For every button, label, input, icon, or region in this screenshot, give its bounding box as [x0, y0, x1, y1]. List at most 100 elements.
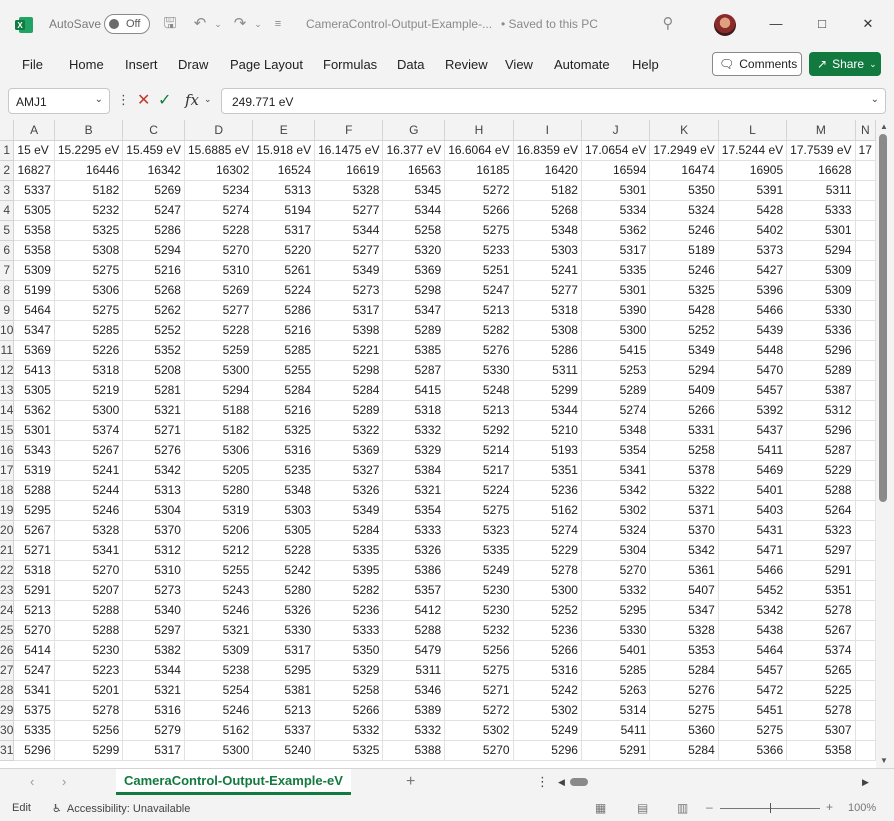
zoom-in-icon[interactable]: +	[826, 800, 833, 814]
row-header[interactable]: 29	[0, 700, 15, 721]
cell[interactable]: 5276	[649, 680, 719, 701]
more-options-icon[interactable]: ⋮	[117, 92, 130, 108]
cell[interactable]: 5409	[649, 380, 719, 401]
column-header[interactable]: F	[314, 120, 384, 141]
cell[interactable]: 5284	[252, 380, 316, 401]
cell[interactable]: 17.2949 eV	[649, 140, 719, 161]
cell[interactable]: 5263	[581, 680, 651, 701]
tab-data[interactable]: Data	[397, 57, 424, 72]
cell[interactable]: 5306	[54, 280, 124, 301]
cell[interactable]: 5347	[382, 300, 446, 321]
column-header[interactable]: M	[786, 120, 856, 141]
cell[interactable]	[855, 500, 876, 521]
cell[interactable]: 16185	[444, 160, 514, 181]
cell[interactable]: 5310	[184, 260, 254, 281]
cell[interactable]: 5252	[649, 320, 719, 341]
page-break-view-icon[interactable]: ▥	[677, 801, 688, 815]
column-header[interactable]: D	[184, 120, 254, 141]
prev-sheet-icon[interactable]: ‹	[30, 774, 34, 789]
row-header[interactable]: 14	[0, 400, 15, 421]
row-header[interactable]: 23	[0, 580, 15, 601]
cell[interactable]	[855, 740, 876, 761]
cell[interactable]: 5343	[13, 440, 55, 461]
cell[interactable]: 17.0654 eV	[581, 140, 651, 161]
cell[interactable]: 5354	[581, 440, 651, 461]
cell[interactable]: 5329	[382, 440, 446, 461]
cell[interactable]: 5230	[444, 600, 514, 621]
expand-formula-bar-icon[interactable]: ⌄	[871, 94, 879, 105]
cell[interactable]: 5241	[54, 460, 124, 481]
cell[interactable]: 5300	[184, 360, 254, 381]
save-icon[interactable]: 🖫	[160, 14, 180, 34]
cell[interactable]: 5322	[314, 420, 384, 441]
cell[interactable]	[855, 160, 876, 181]
cell[interactable]: 5270	[54, 560, 124, 581]
zoom-slider-handle[interactable]	[770, 803, 771, 813]
cell[interactable]: 5335	[444, 540, 514, 561]
cell[interactable]: 5330	[444, 360, 514, 381]
cell[interactable]: 5294	[649, 360, 719, 381]
cell[interactable]: 5286	[122, 220, 185, 241]
cell[interactable]	[855, 340, 876, 361]
cell[interactable]: 5334	[581, 200, 651, 221]
cell[interactable]: 5337	[13, 180, 55, 201]
cell[interactable]: 5466	[718, 300, 788, 321]
cell[interactable]: 5301	[13, 420, 55, 441]
cell[interactable]: 5414	[13, 640, 55, 661]
cell[interactable]: 5329	[314, 660, 384, 681]
scroll-right-icon[interactable]: ▶	[862, 777, 869, 788]
cell[interactable]: 5280	[184, 480, 254, 501]
cell[interactable]: 5321	[184, 620, 254, 641]
cell[interactable]: 5317	[252, 640, 316, 661]
cell[interactable]: 5337	[252, 720, 316, 741]
cell[interactable]: 5213	[252, 700, 316, 721]
column-header[interactable]: E	[252, 120, 316, 141]
row-header[interactable]: 18	[0, 480, 15, 501]
cell[interactable]	[855, 640, 876, 661]
select-all-corner[interactable]	[0, 120, 15, 141]
cell[interactable]: 5313	[122, 480, 185, 501]
cell[interactable]: 5243	[184, 580, 254, 601]
cell[interactable]: 5224	[252, 280, 316, 301]
cell[interactable]: 5325	[314, 740, 384, 761]
cell[interactable]	[855, 440, 876, 461]
cell[interactable]: 5266	[314, 700, 384, 721]
cell[interactable]: 5261	[252, 260, 316, 281]
cell[interactable]: 5325	[649, 280, 719, 301]
scroll-left-icon[interactable]: ◀	[558, 777, 565, 788]
cell[interactable]: 5347	[649, 600, 719, 621]
vertical-scroll-thumb[interactable]	[879, 134, 887, 502]
tab-file[interactable]: File	[22, 57, 43, 72]
cell[interactable]: 5229	[786, 460, 856, 481]
cell[interactable]: 5213	[444, 400, 514, 421]
cell[interactable]: 5272	[444, 700, 514, 721]
cell[interactable]: 5344	[314, 220, 384, 241]
cell[interactable]: 5370	[122, 520, 185, 541]
customize-toolbar-icon[interactable]: ≡	[268, 14, 288, 34]
cell[interactable]: 5382	[122, 640, 185, 661]
redo-icon[interactable]: ↷	[230, 14, 250, 34]
cell[interactable]: 5407	[649, 580, 719, 601]
cell[interactable]: 5210	[513, 420, 582, 441]
cell[interactable]	[855, 360, 876, 381]
cell[interactable]: 5206	[184, 520, 254, 541]
cell[interactable]: 5428	[649, 300, 719, 321]
row-header[interactable]: 11	[0, 340, 15, 361]
cell[interactable]: 5285	[581, 660, 651, 681]
cell[interactable]: 5272	[444, 180, 514, 201]
cell[interactable]: 5335	[13, 720, 55, 741]
cell[interactable]: 5271	[122, 420, 185, 441]
cell[interactable]: 5320	[382, 240, 446, 261]
cell[interactable]: 5350	[314, 640, 384, 661]
cell[interactable]: 5396	[718, 280, 788, 301]
cell[interactable]: 5360	[649, 720, 719, 741]
cell[interactable]: 5266	[649, 400, 719, 421]
cell[interactable]	[855, 280, 876, 301]
cell[interactable]: 5278	[786, 700, 856, 721]
zoom-level[interactable]: 100%	[848, 802, 876, 814]
cell[interactable]: 5280	[252, 580, 316, 601]
cell[interactable]: 5448	[718, 340, 788, 361]
cell[interactable]: 5344	[122, 660, 185, 681]
cell[interactable]: 5439	[718, 320, 788, 341]
cell[interactable]: 5278	[786, 600, 856, 621]
